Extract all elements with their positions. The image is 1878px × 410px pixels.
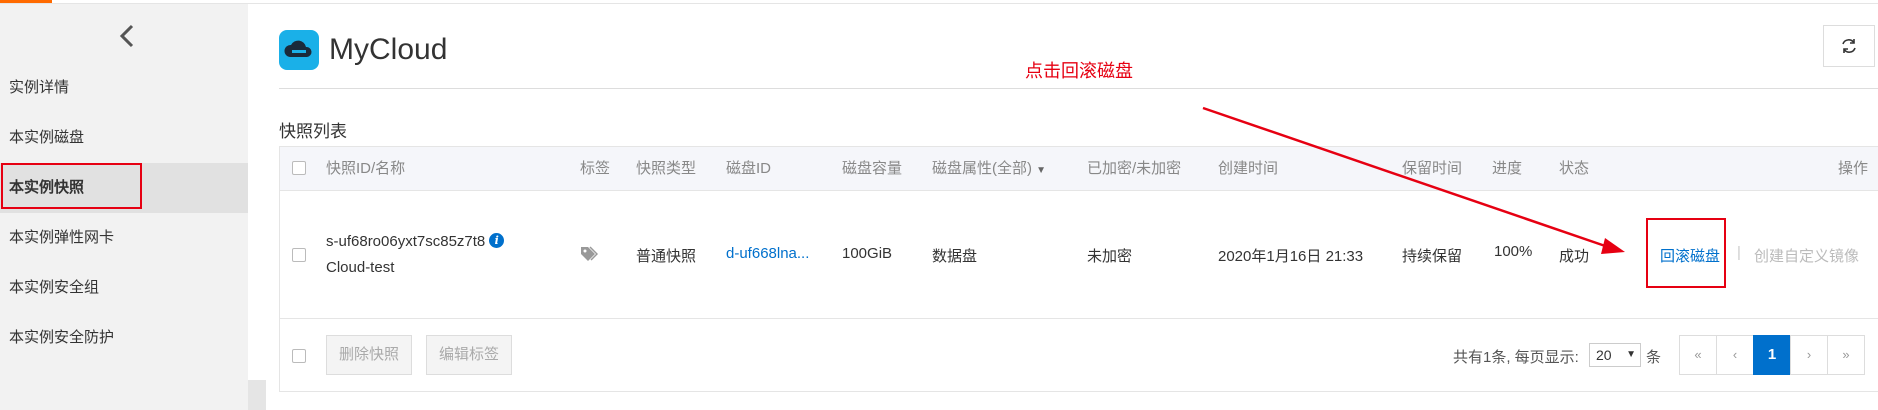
refresh-icon bbox=[1842, 39, 1856, 53]
status-value: 成功 bbox=[1559, 248, 1590, 265]
sidebar-item-security-groups[interactable]: 本实例安全组 bbox=[0, 263, 248, 313]
disk-id-link[interactable]: d-uf668lna... bbox=[726, 245, 809, 262]
encryption-status: 未加密 bbox=[1087, 248, 1133, 265]
rollback-disk-link[interactable]: 回滚磁盘 bbox=[1660, 245, 1720, 266]
sidebar-item-instance-details[interactable]: 实例详情 bbox=[0, 63, 248, 113]
col-encrypted: 已加密/未加密 bbox=[1087, 160, 1182, 177]
top-border bbox=[0, 0, 1878, 4]
footer-select-all-checkbox[interactable] bbox=[292, 349, 306, 363]
col-created: 创建时间 bbox=[1218, 160, 1279, 177]
sidebar-item-label: 本实例弹性网卡 bbox=[9, 229, 115, 246]
annotation-text: 点击回滚磁盘 bbox=[1025, 61, 1133, 81]
prev-page-button[interactable]: ‹ bbox=[1716, 335, 1754, 375]
col-disk-id: 磁盘ID bbox=[726, 160, 772, 177]
sidebar-item-label: 本实例安全防护 bbox=[9, 329, 115, 346]
sidebar: 实例详情 本实例磁盘 本实例快照 本实例弹性网卡 本实例安全组 本实例安全防护 bbox=[0, 4, 248, 410]
table-row: s-uf68ro06yxt7sc85z7t8 i Cloud-test 普通快照 … bbox=[280, 191, 1878, 319]
page-title: MyCloud bbox=[329, 33, 448, 66]
col-actions: 操作 bbox=[1838, 160, 1869, 177]
cloud-icon bbox=[284, 40, 312, 57]
create-custom-image-link[interactable]: 创建自定义镜像 bbox=[1754, 245, 1859, 266]
disk-capacity: 100GiB bbox=[842, 245, 893, 262]
sidebar-collapse-handle[interactable] bbox=[248, 380, 266, 410]
row-checkbox[interactable] bbox=[292, 248, 306, 262]
col-capacity: 磁盘容量 bbox=[842, 160, 903, 177]
page-size-value: 20 bbox=[1596, 347, 1612, 363]
col-progress: 进度 bbox=[1492, 160, 1523, 177]
next-page-button[interactable]: › bbox=[1790, 335, 1828, 375]
sidebar-item-snapshots[interactable]: 本实例快照 bbox=[0, 163, 248, 213]
col-retention: 保留时间 bbox=[1402, 160, 1463, 177]
col-disk-attr-filter[interactable]: 磁盘属性(全部) ▼ bbox=[932, 147, 1046, 193]
retention-time: 持续保留 bbox=[1402, 248, 1463, 265]
pagination: « ‹ 1 › » bbox=[1679, 335, 1865, 375]
total-count-text: 共有1条, 每页显示: bbox=[1453, 349, 1579, 366]
caret-down-icon: ▼ bbox=[1036, 165, 1047, 176]
highlight-box bbox=[1, 163, 142, 209]
refresh-button[interactable] bbox=[1823, 25, 1875, 67]
page-1-button[interactable]: 1 bbox=[1753, 335, 1791, 375]
edit-tags-button[interactable]: 编辑标签 bbox=[426, 335, 512, 375]
progress-value: 100% bbox=[1494, 243, 1533, 260]
snapshot-id-cell: s-uf68ro06yxt7sc85z7t8 i bbox=[326, 233, 505, 250]
col-snapshot-id: 快照ID/名称 bbox=[326, 160, 406, 177]
header-divider bbox=[279, 88, 1878, 89]
page-size-unit: 条 bbox=[1646, 349, 1662, 366]
disk-attribute: 数据盘 bbox=[932, 248, 978, 265]
logo bbox=[279, 30, 319, 70]
last-page-button[interactable]: » bbox=[1827, 335, 1865, 375]
sidebar-item-label: 本实例磁盘 bbox=[9, 129, 85, 146]
back-button[interactable] bbox=[110, 16, 146, 56]
sidebar-item-security-protection[interactable]: 本实例安全防护 bbox=[0, 313, 248, 363]
sidebar-item-label: 本实例安全组 bbox=[9, 279, 100, 296]
sidebar-item-eni[interactable]: 本实例弹性网卡 bbox=[0, 213, 248, 263]
select-all-checkbox[interactable] bbox=[292, 161, 306, 175]
action-separator: | bbox=[1737, 244, 1741, 261]
sidebar-item-disks[interactable]: 本实例磁盘 bbox=[0, 113, 248, 163]
col-type: 快照类型 bbox=[636, 160, 697, 177]
first-page-button[interactable]: « bbox=[1679, 335, 1717, 375]
col-status: 状态 bbox=[1559, 160, 1590, 177]
snapshot-id[interactable]: s-uf68ro06yxt7sc85z7t8 bbox=[326, 233, 485, 250]
table-header: 快照ID/名称 标签 快照类型 磁盘ID 磁盘容量 磁盘属性(全部) ▼ 已加密… bbox=[280, 147, 1878, 191]
section-title: 快照列表 bbox=[279, 122, 347, 141]
snapshot-type: 普通快照 bbox=[636, 248, 697, 265]
col-tags: 标签 bbox=[580, 160, 611, 177]
snapshot-name: Cloud-test bbox=[326, 259, 395, 276]
info-icon[interactable]: i bbox=[489, 233, 505, 248]
delete-snapshot-button[interactable]: 删除快照 bbox=[326, 335, 412, 375]
page-size-select[interactable]: 20 ▼ bbox=[1589, 343, 1641, 367]
top-accent-bar bbox=[0, 0, 52, 3]
snapshot-table: 快照ID/名称 标签 快照类型 磁盘ID 磁盘容量 磁盘属性(全部) ▼ 已加密… bbox=[279, 146, 1878, 392]
caret-down-icon: ▼ bbox=[1626, 349, 1636, 360]
table-footer: 删除快照 编辑标签 共有1条, 每页显示: 20 ▼ 条 « ‹ 1 › » bbox=[280, 319, 1878, 393]
col-disk-attr-label: 磁盘属性(全部) bbox=[932, 160, 1032, 177]
chevron-left-icon bbox=[119, 24, 134, 48]
tag-icon[interactable] bbox=[580, 246, 598, 262]
created-time: 2020年1月16日 21:33 bbox=[1218, 248, 1364, 265]
sidebar-item-label: 实例详情 bbox=[9, 79, 70, 96]
